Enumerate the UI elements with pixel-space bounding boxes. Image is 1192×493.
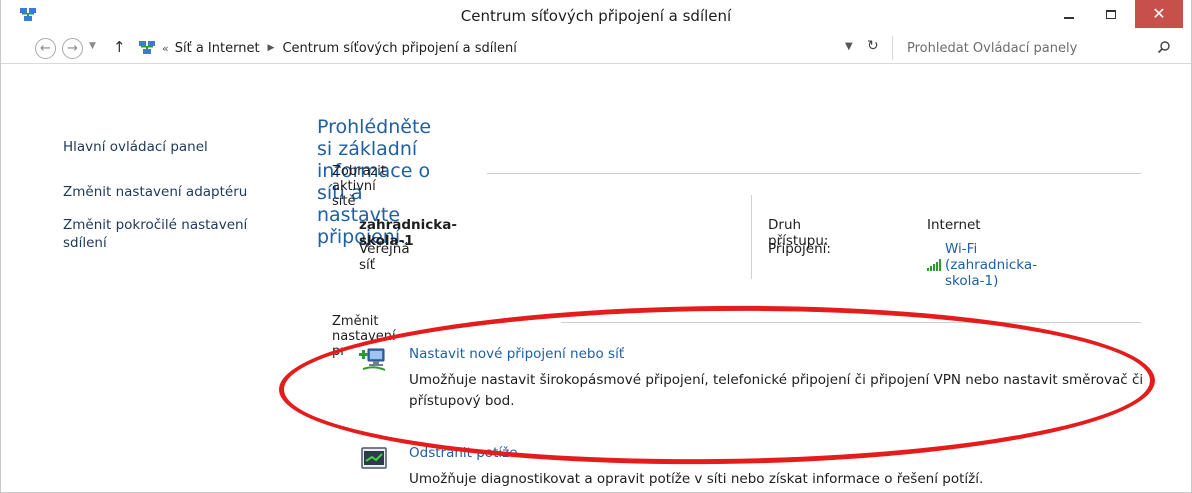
search-box[interactable]: Prohledat Ovládací panely (892, 36, 1177, 60)
maximize-icon (1106, 9, 1116, 19)
sidebar-item-advanced-sharing-settings[interactable]: Změnit pokročilé nastavení sdílení (63, 216, 293, 252)
search-input[interactable]: Prohledat Ovládací panely (907, 41, 1077, 56)
sidebar-item-change-adapter-settings[interactable]: Změnit nastavení adaptéru (63, 183, 247, 201)
minimize-icon (1064, 17, 1074, 19)
breadcrumb-separator-icon[interactable]: ▶ (268, 43, 275, 53)
recent-locations-chevron-icon[interactable]: ▼ (89, 41, 96, 51)
forward-button[interactable]: → (62, 38, 83, 59)
minimize-button[interactable] (1049, 0, 1089, 28)
window-title: Centrum síťových připojení a sdílení (460, 7, 732, 25)
window: Centrum síťových připojení a sdílení ✕ ←… (0, 0, 1192, 493)
setup-new-connection-description: Umožňuje nastavit širokopásmové připojen… (409, 372, 1144, 409)
vertical-divider (751, 195, 752, 279)
setup-new-connection-link[interactable]: Nastavit nové připojení nebo síť (409, 346, 624, 362)
network-type[interactable]: Veřejná síť (359, 241, 410, 273)
active-networks-heading: Zobrazit aktivní sítě (332, 164, 386, 209)
access-type-value: Internet (927, 217, 981, 233)
refresh-button[interactable]: ↻ (867, 38, 879, 54)
search-icon[interactable] (1157, 40, 1171, 54)
section-divider (487, 173, 1141, 174)
close-icon: ✕ (1152, 4, 1166, 23)
breadcrumb-network-center[interactable]: Centrum síťových připojení a sdílení (282, 41, 516, 56)
up-button[interactable]: ↑ (113, 38, 126, 56)
address-overflow[interactable]: « (162, 42, 169, 55)
section-divider (561, 322, 1141, 323)
new-connection-icon (359, 348, 386, 371)
troubleshoot-icon (361, 447, 387, 469)
breadcrumb-network-internet[interactable]: Síť a Internet (175, 41, 260, 56)
close-button[interactable]: ✕ (1135, 0, 1183, 28)
back-button[interactable]: ← (35, 38, 56, 59)
forward-icon: → (67, 41, 78, 56)
wifi-connection-label: Wi-Fi (zahradnicka-skola-1) (945, 241, 1038, 289)
back-icon: ← (40, 41, 51, 56)
title-bar: Centrum síťových připojení a sdílení ✕ (1, 0, 1191, 32)
troubleshoot-link[interactable]: Odstranit potíže (409, 445, 518, 461)
sidebar-item-control-panel-home[interactable]: Hlavní ovládací panel (63, 138, 208, 156)
up-icon: ↑ (113, 38, 126, 56)
connection-label: Připojení: (768, 241, 831, 257)
network-center-icon (139, 41, 155, 54)
sidebar: Hlavní ovládací panel Změnit nastavení a… (1, 65, 311, 493)
wifi-connection-link[interactable]: Wi-Fi (zahradnicka-skola-1) (927, 241, 1037, 289)
refresh-icon: ↻ (867, 38, 879, 54)
wifi-signal-icon (927, 259, 941, 271)
address-bar[interactable]: « Síť a Internet ▶ Centrum síťových přip… (138, 36, 858, 60)
maximize-button[interactable] (1091, 0, 1131, 28)
address-dropdown-chevron-icon[interactable]: ▼ (845, 41, 853, 52)
troubleshoot-description: Umožňuje diagnostikovat a opravit potíže… (409, 471, 984, 487)
